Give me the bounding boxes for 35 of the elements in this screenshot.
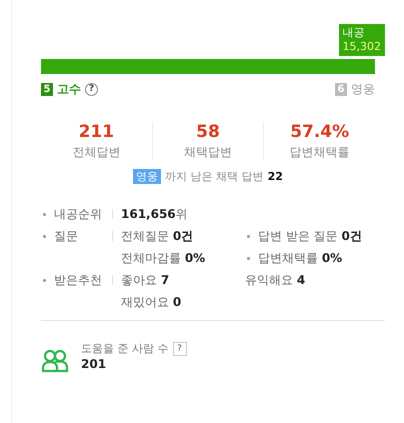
bullet-icon <box>43 235 46 238</box>
helpers-count: 201 <box>81 357 108 371</box>
bullet-icon <box>43 279 46 282</box>
info-value: 좋아요 7 <box>121 272 170 289</box>
stat-value: 211 <box>78 122 116 142</box>
helpers-label: 도움을 준 사람 수 <box>81 341 168 356</box>
info-value: 답변 받은 질문 0건 <box>258 228 362 245</box>
next-grade-number: 6 <box>335 83 347 96</box>
tooltip: 내공 15,302 <box>338 24 385 56</box>
info-label: 받은추천 <box>54 272 103 289</box>
next-grade-name: 영웅 <box>351 81 375 98</box>
info-value: 유익해요 4 <box>245 272 306 289</box>
info-value: 전체마감률 0% <box>121 250 206 267</box>
people-icon <box>41 349 69 373</box>
help-button[interactable]: ? <box>172 342 186 356</box>
bullet-icon <box>247 257 250 260</box>
stat-value: 58 <box>195 122 221 142</box>
grade-badge: 영웅 <box>133 169 162 184</box>
grade-name: 고수 <box>57 81 81 98</box>
bullet-icon <box>247 235 250 238</box>
stat-label: 답변채택률 <box>288 144 351 161</box>
stat-value: 57.4% <box>289 122 350 142</box>
info-label: 질문 <box>54 228 79 245</box>
remaining-text: 까지 남은 채택 답변 <box>165 169 264 184</box>
info-value: 전체질문 0건 <box>121 228 194 245</box>
info-label: 내공순위 <box>54 206 103 223</box>
stat-label: 전체답변 <box>71 144 122 161</box>
info-value: 재밌어요 0 <box>121 294 182 311</box>
info-value: 161,656위 <box>121 206 188 223</box>
remaining-count: 22 <box>268 170 283 183</box>
grade-number: 5 <box>41 83 53 96</box>
help-button[interactable]: ? <box>85 83 98 96</box>
stat-label: 채택답변 <box>183 144 233 161</box>
bullet-icon <box>43 213 46 216</box>
info-value: 답변채택률 0% <box>258 250 342 267</box>
